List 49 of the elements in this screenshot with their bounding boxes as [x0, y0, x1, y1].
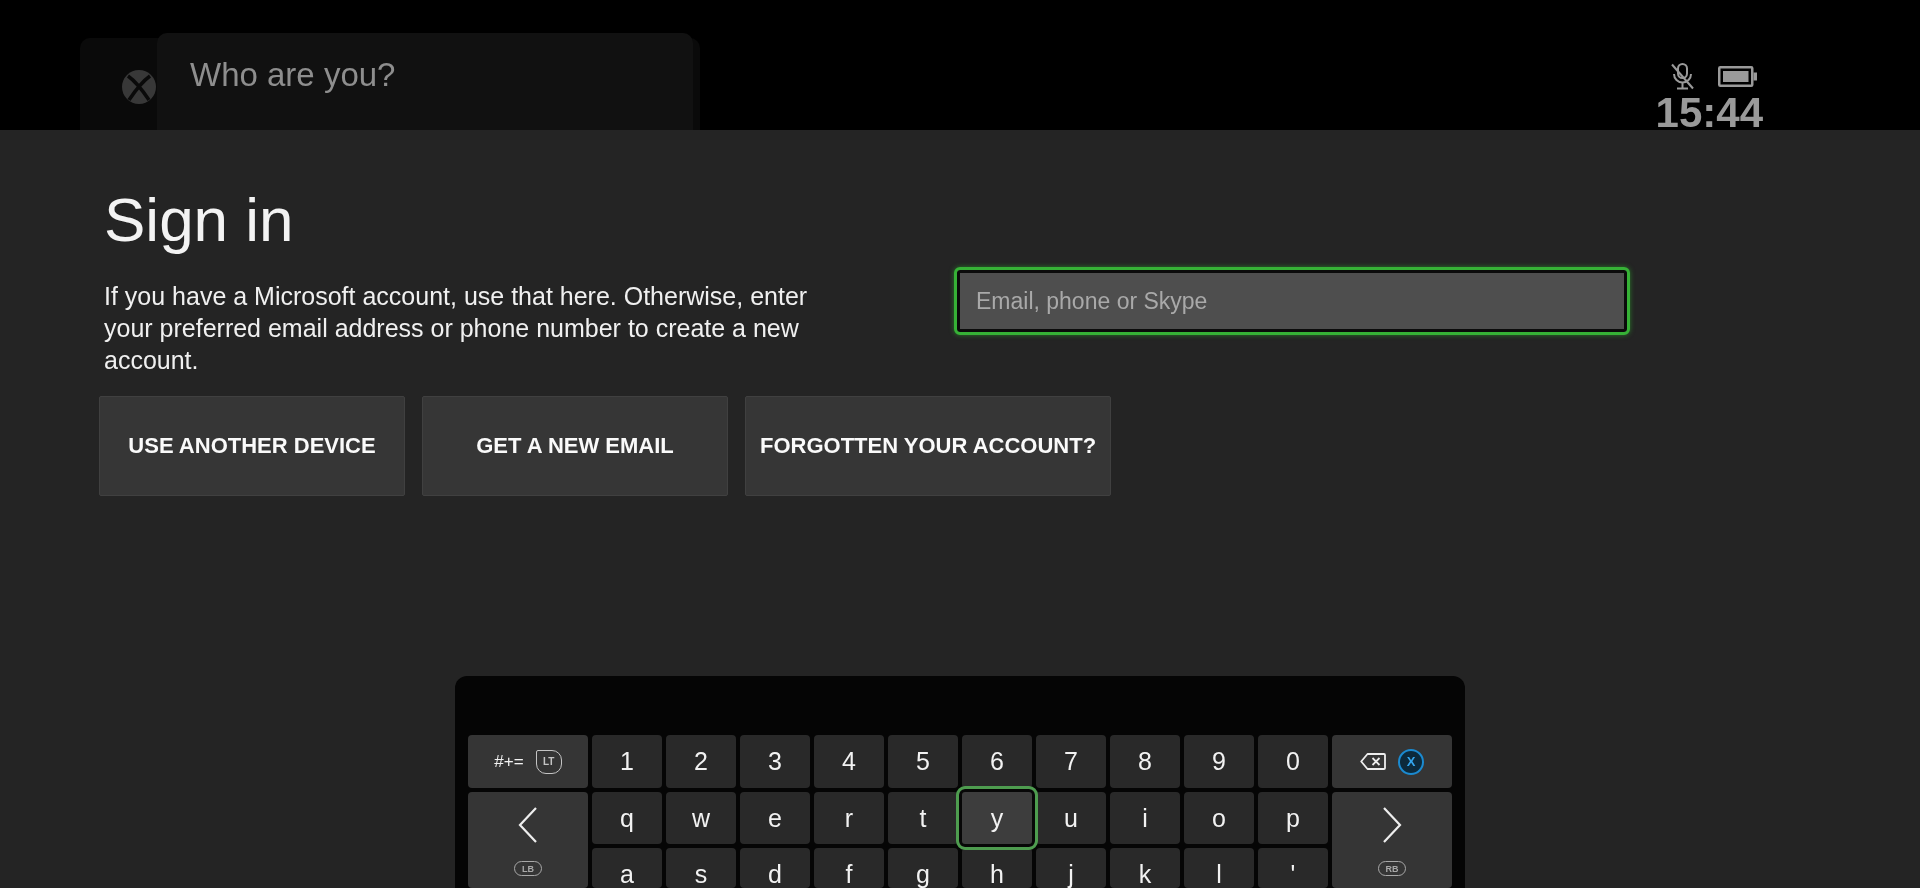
clock-time: 15:44 [1655, 96, 1763, 130]
keyboard-key[interactable]: 8 [1110, 735, 1180, 788]
keyboard-key[interactable]: y [956, 786, 1038, 850]
keyboard-key[interactable]: j [1036, 848, 1106, 888]
keyboard-key[interactable]: s [666, 848, 736, 888]
keyboard-key[interactable]: l [1184, 848, 1254, 888]
option-button[interactable]: USE ANOTHER DEVICE [99, 396, 405, 496]
chevron-left-icon [518, 807, 538, 843]
keyboard-key[interactable]: 9 [1184, 735, 1254, 788]
keyboard-key[interactable]: 6 [962, 735, 1032, 788]
backspace-key[interactable]: X [1332, 735, 1452, 788]
keyboard-key[interactable]: g [888, 848, 958, 888]
battery-icon [1718, 66, 1757, 87]
keyboard-key[interactable]: d [740, 848, 810, 888]
chevron-right-icon [1382, 807, 1402, 843]
keyboard-key[interactable]: q [592, 792, 662, 844]
keyboard-key[interactable]: u [1036, 792, 1106, 844]
keyboard-key[interactable]: i [1110, 792, 1180, 844]
symbols-key[interactable]: #+= LT [468, 735, 588, 788]
keyboard-key[interactable]: ' [1258, 848, 1328, 888]
keyboard-key[interactable]: 0 [1258, 735, 1328, 788]
page-title: Sign in [104, 184, 295, 256]
keyboard-key[interactable]: w [666, 792, 736, 844]
option-button[interactable]: FORGOTTEN YOUR ACCOUNT? [745, 396, 1112, 496]
keyboard-key[interactable]: t [888, 792, 958, 844]
email-field[interactable]: Email, phone or Skype [954, 267, 1630, 335]
keyboard-key[interactable]: r [814, 792, 884, 844]
description-text: If you have a Microsoft account, use that here. Otherwise, enter your preferred email address or phone number to create a new account. [104, 281, 809, 376]
mic-muted-icon [1670, 63, 1695, 90]
keyboard-key[interactable]: k [1110, 848, 1180, 888]
trigger-hint-badge: LT [535, 749, 562, 774]
keyboard-key[interactable]: o [1184, 792, 1254, 844]
keyboard-key[interactable]: a [592, 848, 662, 888]
keyboard-key[interactable]: h [962, 848, 1032, 888]
left-arrow-key[interactable]: LB [468, 792, 588, 888]
keyboard-key[interactable]: p [1258, 792, 1328, 844]
keyboard-key[interactable]: e [740, 792, 810, 844]
keyboard-key[interactable]: 2 [666, 735, 736, 788]
keyboard-key[interactable]: 7 [1036, 735, 1106, 788]
keyboard-key[interactable]: 3 [740, 735, 810, 788]
option-button[interactable]: GET A NEW EMAIL [422, 396, 728, 496]
right-arrow-key[interactable]: RB [1332, 792, 1452, 888]
keyboard-key[interactable]: 1 [592, 735, 662, 788]
prompt-text: Who are you? [190, 55, 397, 95]
face-button-hint-badge: X [1398, 748, 1424, 775]
keyboard-key[interactable]: 5 [888, 735, 958, 788]
keyboard-key[interactable]: 4 [814, 735, 884, 788]
keyboard-key[interactable]: f [814, 848, 884, 888]
backspace-icon [1360, 753, 1386, 770]
